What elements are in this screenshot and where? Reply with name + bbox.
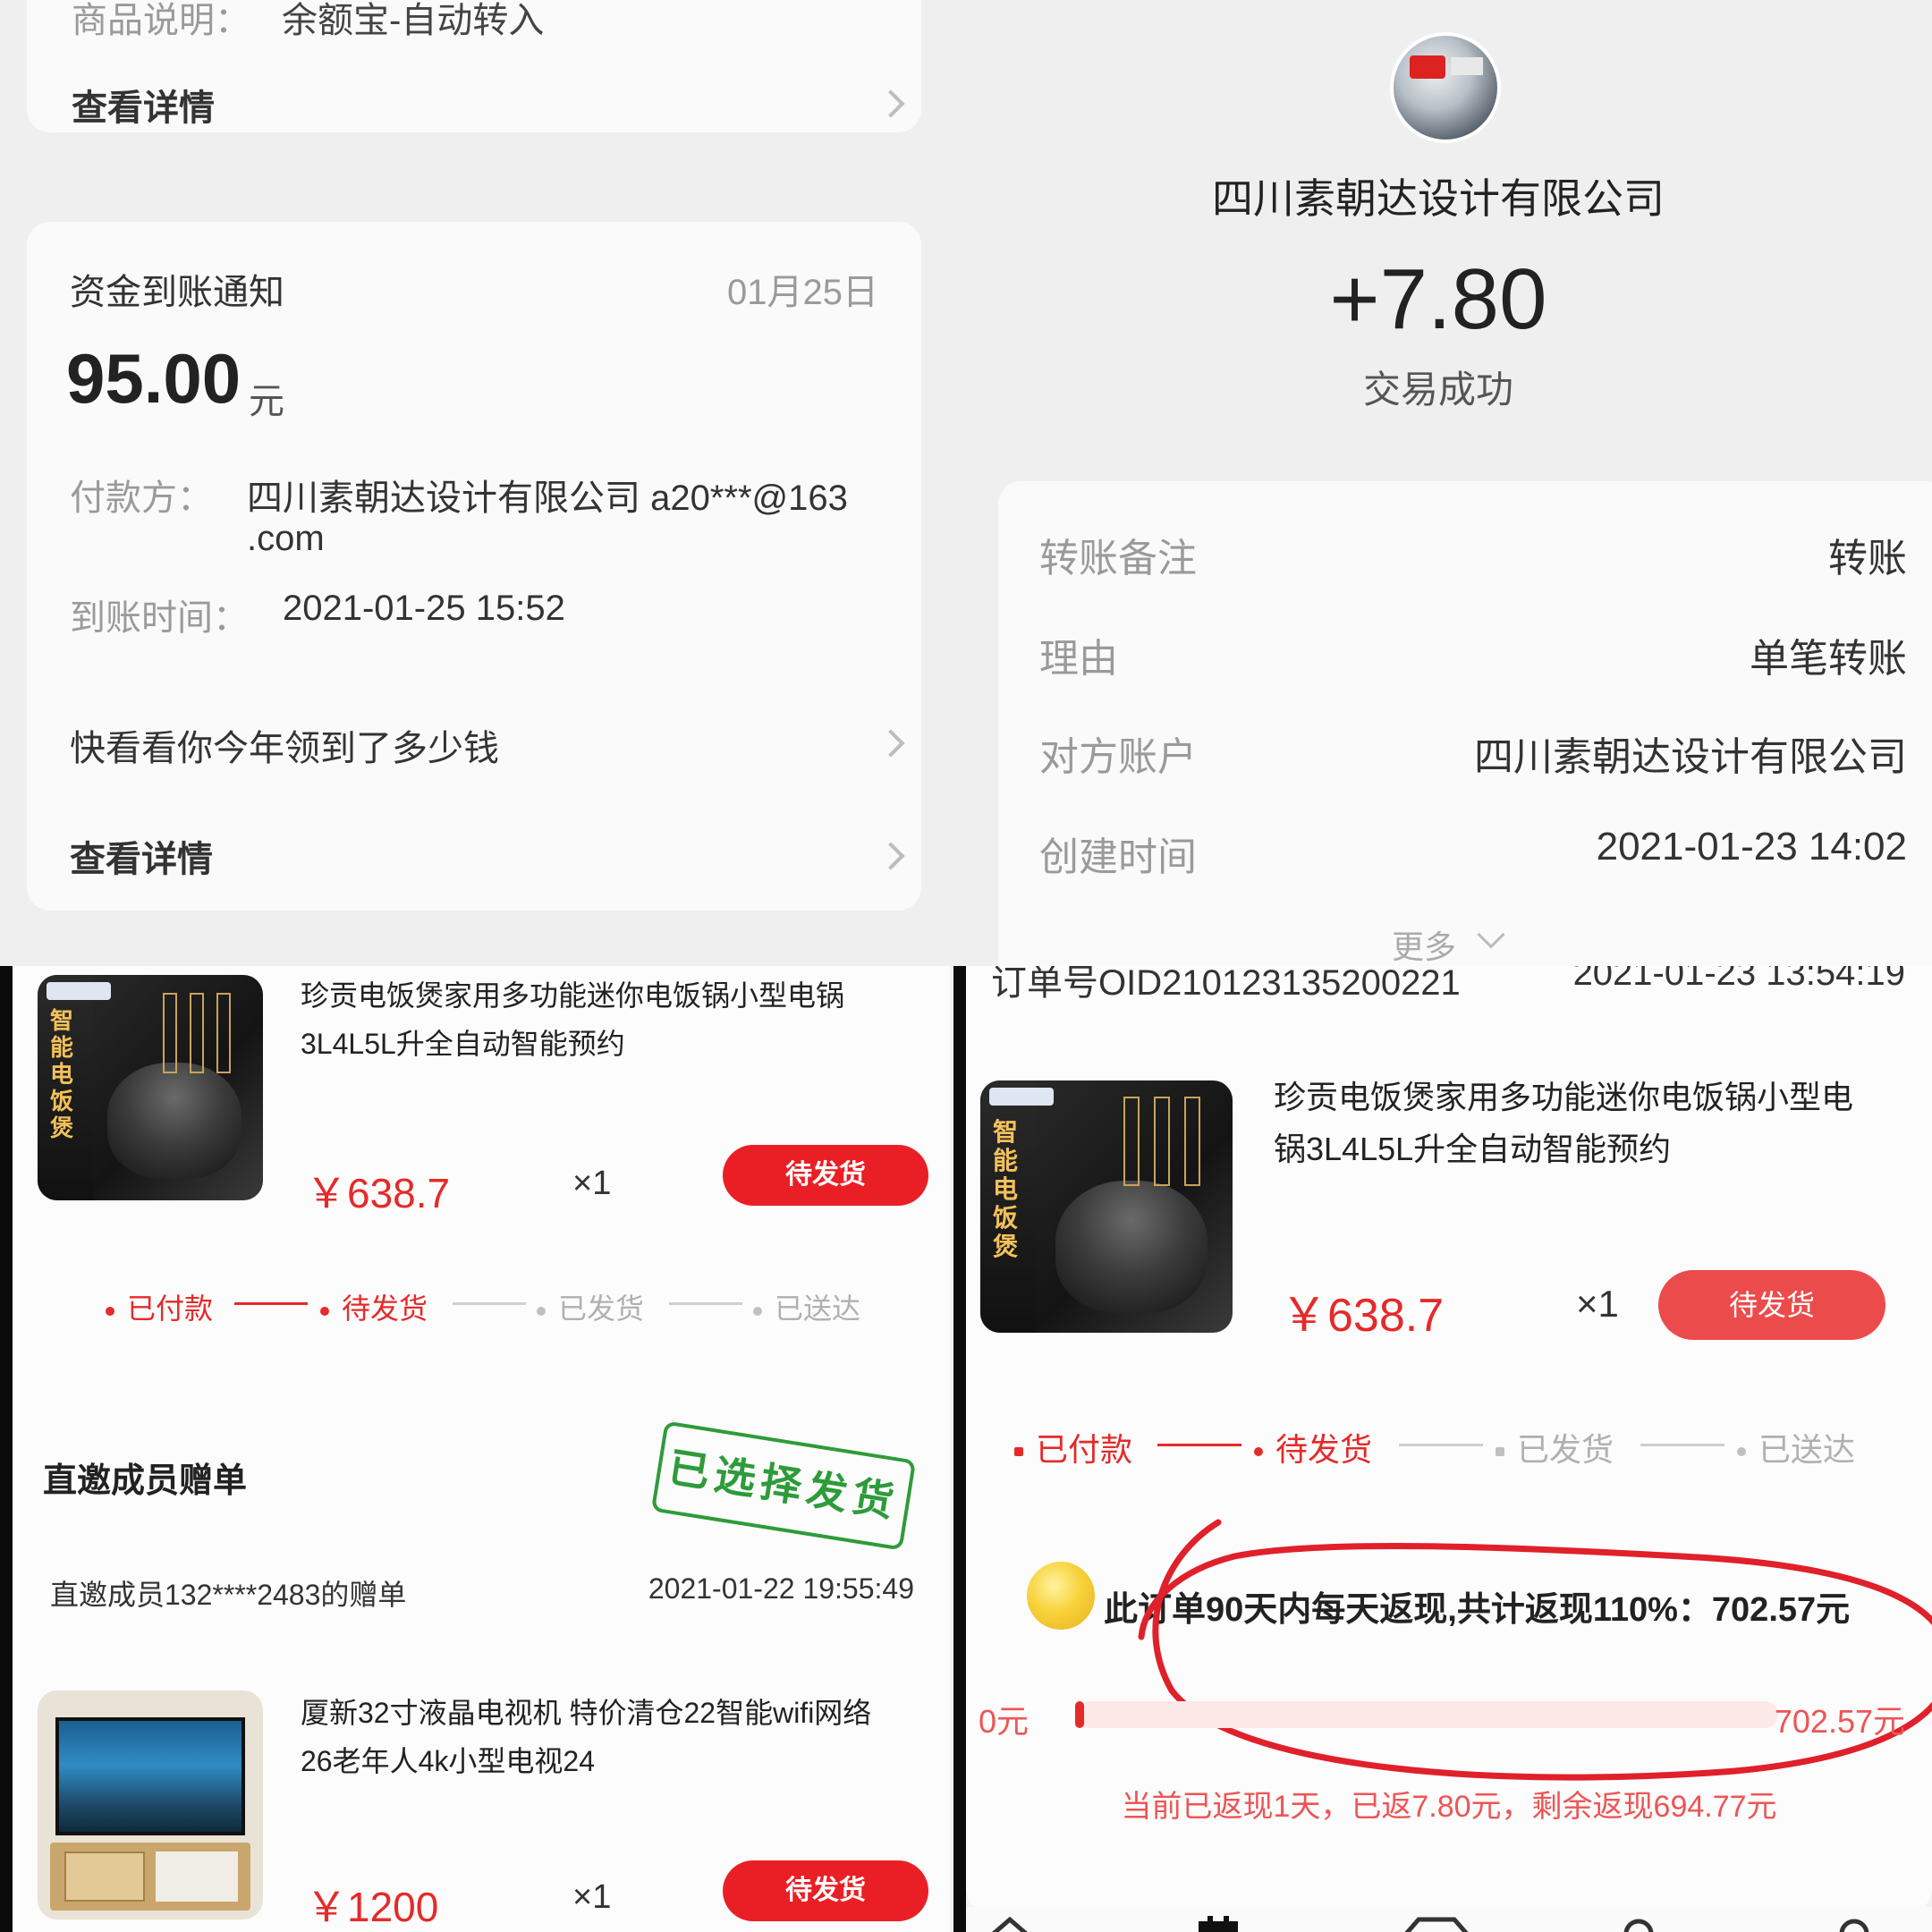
transfer-detail-panel: 四川素朝达设计有限公司 +7.80 交易成功 转账备注 转账 理由 单笔转账 对… (945, 0, 1932, 966)
notice-currency: 元 (249, 382, 284, 421)
payer-value-cont: .com (247, 519, 325, 558)
await-shipment-button-2[interactable]: 待发货 (723, 1860, 928, 1921)
product-qty: ×1 (1576, 1283, 1619, 1325)
notice-amount: 95.00 (66, 339, 242, 418)
chevron-right-icon (877, 842, 905, 870)
product-title-1b: 3L4L5L升全自动智能预约 (301, 1028, 625, 1060)
chevron-right-icon (877, 89, 905, 118)
product-title-2a: 厦新32寸液晶电视机 特价清仓22智能wifi网络 (301, 1697, 872, 1729)
rice-cooker-image: 智能电饭煲 (38, 975, 263, 1200)
step-label: 已发货 (1517, 1431, 1614, 1468)
step-shipped: 已发货 (537, 1286, 644, 1327)
row-label-remark: 转账备注 (1039, 537, 1197, 580)
step-connector (1399, 1444, 1483, 1446)
quadrant-divider (953, 966, 966, 1932)
cashback-progress-fill (1075, 1701, 1084, 1728)
company-avatar (1390, 32, 1501, 143)
cashback-status: 当前已返现1天，已返7.80元，剩余返现694.77元 (1121, 1790, 1777, 1824)
member-order-label: 直邀成员132****2483的赠单 (50, 1579, 407, 1611)
step-connector (234, 1302, 308, 1305)
view-details-link-1[interactable]: 查看详情 (72, 79, 215, 131)
step-connector (669, 1302, 742, 1305)
home-icon[interactable] (979, 1914, 1041, 1932)
payer-value: 四川素朝达设计有限公司 a20***@163 (247, 479, 848, 518)
await-shipment-button-1[interactable]: 待发货 (723, 1145, 928, 1206)
payer-label: 付款方： (70, 479, 213, 518)
product-title-a: 珍贡电饭煲家用多功能迷你电饭锅小型电 (1274, 1079, 1854, 1115)
product-qty-2: ×1 (572, 1878, 612, 1916)
fund-notice-panel: 商品说明： 余额宝-自动转入 查看详情 资金到账通知 01月25日 95.00 … (0, 0, 945, 966)
rice-cooker-image: 智能电饭煲 (980, 1080, 1233, 1333)
product-desc-label: 商品说明： (72, 1, 250, 40)
left-edge-bar (0, 966, 13, 1932)
section-title: 直邀成员赠单 (43, 1462, 248, 1500)
step-label: 已送达 (775, 1292, 861, 1325)
step-label: 已付款 (127, 1292, 214, 1325)
product-title-1a: 珍贡电饭煲家用多功能迷你电饭锅小型电锅 (301, 979, 845, 1012)
step-connector (453, 1302, 526, 1305)
step-paid: 已付款 (106, 1286, 213, 1327)
step-label: 已付款 (1036, 1431, 1133, 1468)
product-image-text: 智能电饭煲 (993, 1118, 1019, 1260)
cashback-order-panel: 订单号OID210123135200221 2021-01-23 13:54:1… (966, 966, 1932, 1932)
product-price: ￥638.7 (1281, 1290, 1445, 1342)
step-label: 待发货 (1275, 1431, 1373, 1468)
profile-icon[interactable] (1823, 1914, 1885, 1932)
product-title-2b: 26老年人4k小型电视24 (301, 1745, 595, 1777)
step-label: 已送达 (1758, 1431, 1856, 1468)
order-list-panel: 智能电饭煲 珍贡电饭煲家用多功能迷你电饭锅小型电锅 3L4L5L升全自动智能预约… (0, 966, 955, 1932)
notice-date: 01月25日 (727, 273, 878, 312)
step-awaiting: 待发货 (320, 1286, 428, 1327)
row-value-remark: 转账 (1828, 537, 1907, 580)
view-details-link-2[interactable]: 查看详情 (70, 830, 213, 882)
diamond-icon[interactable] (1401, 1914, 1472, 1932)
chevron-right-icon (877, 729, 905, 758)
step-connector (1157, 1444, 1241, 1446)
product-title-b: 锅3L4L5L升全自动智能预约 (1274, 1131, 1672, 1167)
notice-title: 资金到账通知 (70, 273, 284, 312)
step-label: 已发货 (558, 1292, 645, 1325)
step-shipped: 已发货 (1496, 1424, 1614, 1470)
step-awaiting: 待发货 (1254, 1424, 1372, 1470)
arrival-time-value: 2021-01-25 15:52 (283, 589, 565, 628)
bottom-nav (966, 1907, 1932, 1932)
transfer-amount: +7.80 (1329, 251, 1547, 347)
await-shipment-button[interactable]: 待发货 (1658, 1270, 1885, 1340)
team-icon[interactable] (1610, 1914, 1673, 1932)
row-value-created: 2021-01-23 14:02 (1596, 825, 1907, 869)
partial-card-top: 商品说明： 余额宝-自动转入 查看详情 (27, 0, 921, 132)
product-qty-1: ×1 (572, 1165, 612, 1202)
promo-link[interactable]: 快看看你今年领到了多少钱 (70, 719, 499, 771)
tv-product-image (38, 1690, 263, 1919)
product-price-2: ￥1200 (306, 1884, 439, 1930)
step-delivered: 已送达 (753, 1286, 860, 1327)
step-label: 待发货 (342, 1292, 428, 1325)
arrival-time-label: 到账时间： (70, 598, 249, 638)
row-value-reason: 单笔转账 (1750, 637, 1907, 681)
row-label-account: 对方账户 (1039, 735, 1197, 779)
product-desc-value: 余额宝-自动转入 (282, 1, 545, 40)
orders-icon[interactable] (1193, 1914, 1243, 1932)
company-name: 四川素朝达设计有限公司 (1212, 175, 1665, 222)
step-paid: 已付款 (1014, 1424, 1132, 1470)
step-connector (1640, 1444, 1724, 1446)
product-image-text: 智能电饭煲 (50, 1007, 74, 1141)
progress-min-label: 0元 (979, 1703, 1030, 1740)
row-label-created: 创建时间 (1039, 835, 1197, 879)
product-price-1: ￥638.7 (306, 1170, 451, 1216)
member-order-time: 2021-01-22 19:55:49 (648, 1572, 914, 1605)
cashback-progress-track (1075, 1701, 1778, 1728)
handwritten-circle-annotation (1138, 1519, 1932, 1781)
progress-max-label: 702.57元 (1774, 1703, 1905, 1740)
order-number: 订单号OID210123135200221 (991, 966, 1461, 1003)
order-time: 2021-01-23 13:54:19 (1572, 966, 1905, 993)
step-delivered: 已送达 (1737, 1424, 1855, 1470)
row-value-account: 四川素朝达设计有限公司 (1474, 735, 1907, 779)
more-button[interactable]: 更多 (1392, 921, 1456, 966)
transfer-status: 交易成功 (1362, 369, 1513, 411)
row-label-reason: 理由 (1039, 637, 1118, 681)
fund-arrival-card: 资金到账通知 01月25日 95.00 元 付款方： 四川素朝达设计有限公司 a… (27, 222, 921, 911)
